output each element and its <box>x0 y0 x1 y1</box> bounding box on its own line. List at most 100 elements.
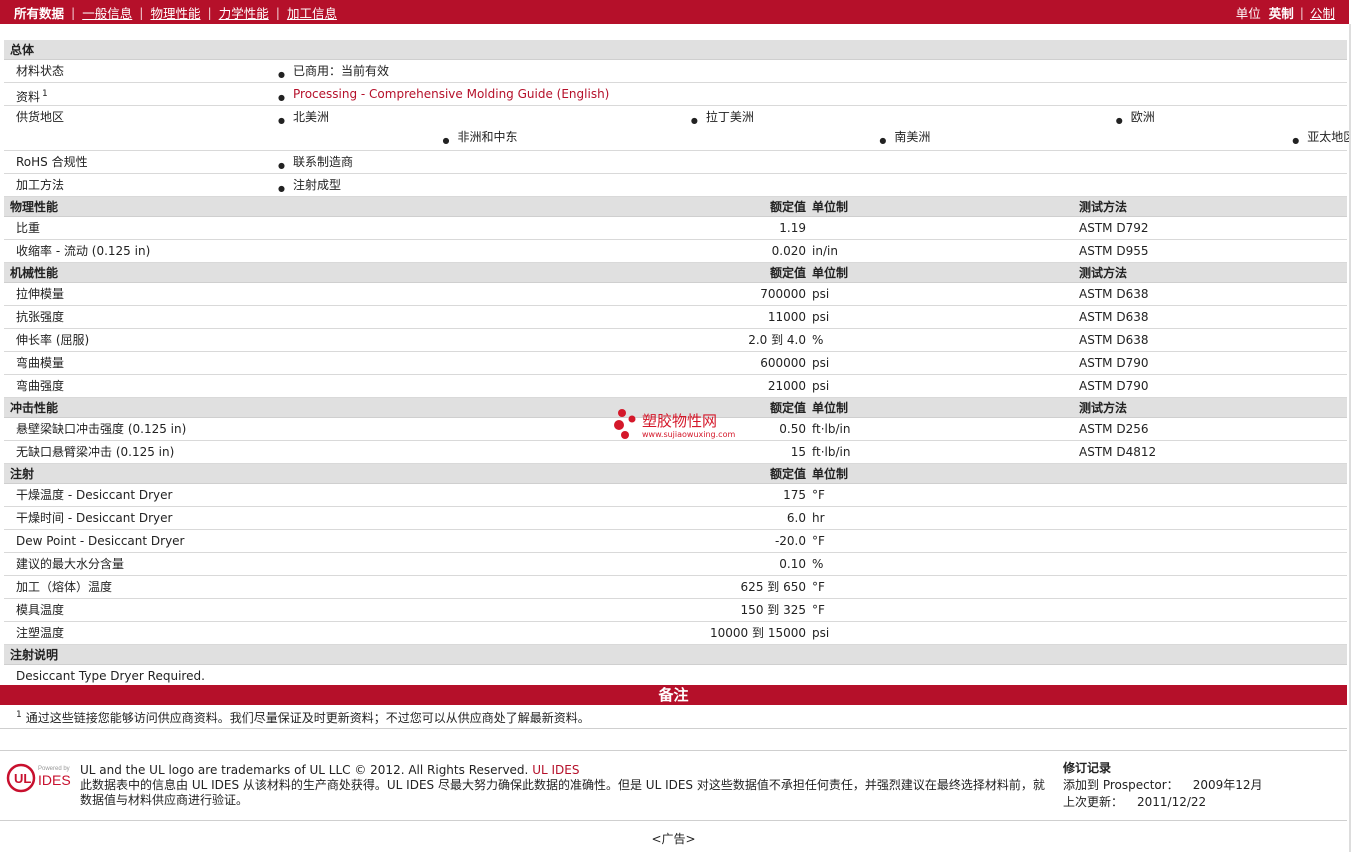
footnote-number: 1 <box>16 710 22 720</box>
section-title: 注射 <box>10 467 35 481</box>
divider <box>0 750 1347 751</box>
document-item: Processing - Comprehensive Molding Guide… <box>278 87 609 101</box>
property-label: 弯曲模量 <box>16 356 65 370</box>
watermark: 塑胶物性网 www.sujiaowuxing.com <box>612 408 742 444</box>
row-value: 联系制造商 <box>278 155 353 169</box>
watermark-dots-icon <box>614 409 636 439</box>
svg-text:UL: UL <box>14 771 31 786</box>
row-value: 已商用：当前有效 <box>278 64 389 78</box>
property-unit: hr <box>812 511 825 525</box>
tab-processing-info[interactable]: 加工信息 <box>287 3 337 22</box>
section-header-injection-notes: 注射说明 <box>4 645 1347 665</box>
row-material-status: 材料状态 已商用：当前有效 <box>4 60 1347 83</box>
property-value: 0.10 <box>779 557 806 571</box>
property-label: 模具温度 <box>16 603 65 617</box>
row-regions: 供货地区 北美洲 拉丁美洲 欧洲 非洲和中东 南美洲 亚太地区 <box>4 106 1351 151</box>
row-label: 供货地区 <box>16 110 65 124</box>
unit-metric-link[interactable]: 公制 <box>1310 3 1335 22</box>
property-unit: psi <box>812 287 830 301</box>
property-row: 干燥温度 - Desiccant Dryer 175 °F <box>4 484 1347 507</box>
property-value: 150 到 325 <box>740 603 806 617</box>
property-method: ASTM D790 <box>1079 356 1149 370</box>
property-unit: psi <box>812 379 830 393</box>
section-title: 总体 <box>10 43 35 57</box>
property-row: 收缩率 - 流动 (0.125 in) 0.020 in/in ASTM D95… <box>4 240 1347 263</box>
molding-guide-link[interactable]: Processing - Comprehensive Molding Guide… <box>293 87 609 101</box>
row-process-method: 加工方法 注射成型 <box>4 174 1347 197</box>
test-method-header: 测试方法 <box>1079 266 1128 280</box>
property-method: ASTM D4812 <box>1079 445 1157 459</box>
updated-value: 2011/12/22 <box>1137 795 1207 809</box>
watermark-url: www.sujiaowuxing.com <box>642 430 736 439</box>
row-value: 注射成型 <box>278 178 341 192</box>
property-row: 建议的最大水分含量 0.10 % <box>4 553 1347 576</box>
ul-ides-logo: UL Powered by IDES <box>6 762 72 794</box>
property-value: 6.0 <box>786 511 806 525</box>
property-label: 弯曲强度 <box>16 379 65 393</box>
property-row: 比重 1.19 ASTM D792 <box>4 217 1347 240</box>
footer-legal: UL and the UL logo are trademarks of UL … <box>80 763 1055 808</box>
divider <box>0 820 1347 821</box>
trademark-text: UL and the UL logo are trademarks of UL … <box>80 763 529 777</box>
section-title: 物理性能 <box>10 200 59 214</box>
property-method: ASTM D792 <box>1079 221 1149 235</box>
revision-history: 修订记录 添加到 Prospector： 2009年12月 上次更新： 2011/1… <box>1063 760 1263 811</box>
row-label: 材料状态 <box>16 64 65 78</box>
region-item: 北美洲 <box>278 110 329 124</box>
property-value: 625 到 650 <box>740 580 806 594</box>
divider <box>0 728 1347 729</box>
property-unit: % <box>812 333 824 347</box>
section-title: 机械性能 <box>10 266 59 280</box>
property-unit: °F <box>812 603 825 617</box>
ul-ides-link[interactable]: UL IDES <box>532 763 579 777</box>
datasheet: 总体 材料状态 已商用：当前有效 资料1 Processing - Compre… <box>4 38 1351 688</box>
unit-header: 单位制 <box>812 467 849 481</box>
separator: | <box>207 4 212 20</box>
row-documents: 资料1 Processing - Comprehensive Molding G… <box>4 83 1347 106</box>
section-header-mechanical: 机械性能 额定值 单位制 测试方法 <box>4 263 1347 283</box>
section-header-injection: 注射 额定值 单位制 <box>4 464 1347 484</box>
rated-value-header: 额定值 <box>769 266 806 280</box>
property-unit: % <box>812 557 824 571</box>
property-unit: °F <box>812 534 825 548</box>
docs-label-text: 资料 <box>16 90 41 104</box>
property-method: ASTM D638 <box>1079 333 1149 347</box>
property-value: 700000 <box>760 287 806 301</box>
property-unit: psi <box>812 356 830 370</box>
disclaimer-text: 此数据表中的信息由 UL IDES 从该材料的生产商处获得。UL IDES 尽最… <box>80 778 1045 807</box>
property-value: 21000 <box>767 379 806 393</box>
property-row: 模具温度 150 到 325 °F <box>4 599 1347 622</box>
tab-general-info[interactable]: 一般信息 <box>82 3 132 22</box>
watermark-title: 塑胶物性网 <box>642 412 718 430</box>
property-unit: °F <box>812 580 825 594</box>
property-value: 11000 <box>767 310 806 324</box>
unit-switcher: 单位 英制 | 公制 <box>1236 3 1349 22</box>
property-label: 干燥温度 - Desiccant Dryer <box>16 488 173 502</box>
tab-physical-properties[interactable]: 物理性能 <box>150 3 200 22</box>
footnote-text: 通过这些链接您能够访问供应商资料。我们尽量保证及时更新资料；不过您可以从供应商处… <box>25 711 590 725</box>
property-method: ASTM D256 <box>1079 422 1149 436</box>
property-label: 抗张强度 <box>16 310 65 324</box>
property-unit: ft·lb/in <box>812 422 851 436</box>
property-label: 悬壁梁缺口冲击强度 (0.125 in) <box>16 422 187 436</box>
property-value: 2.0 到 4.0 <box>748 333 806 347</box>
ul-logo-icon: UL Powered by IDES <box>6 763 71 793</box>
updated-line: 上次更新： 2011/12/22 <box>1063 794 1263 811</box>
logo-ides-text: IDES <box>38 772 71 788</box>
row-label: 加工方法 <box>16 178 65 192</box>
property-value: 600000 <box>760 356 806 370</box>
property-label: Dew Point - Desiccant Dryer <box>16 534 185 548</box>
region-item: 亚太地区 <box>1292 130 1351 144</box>
data-tabs: 所有数据 | 一般信息 | 物理性能 | 力学性能 | 加工信息 <box>0 3 337 22</box>
injection-note-text: Desiccant Type Dryer Required. <box>16 669 205 683</box>
property-row: Dew Point - Desiccant Dryer -20.0 °F <box>4 530 1347 553</box>
added-label: 添加到 Prospector： <box>1063 778 1179 792</box>
section-title: 注射说明 <box>10 648 59 662</box>
tab-mechanical-properties[interactable]: 力学性能 <box>219 3 269 22</box>
revision-title: 修订记录 <box>1063 761 1112 775</box>
property-value: 10000 到 15000 <box>710 626 806 640</box>
property-label: 注塑温度 <box>16 626 65 640</box>
trademark-line: UL and the UL logo are trademarks of UL … <box>80 763 1055 778</box>
tab-all-data[interactable]: 所有数据 <box>14 3 64 22</box>
row-label: 资料 1 <box>16 83 48 108</box>
